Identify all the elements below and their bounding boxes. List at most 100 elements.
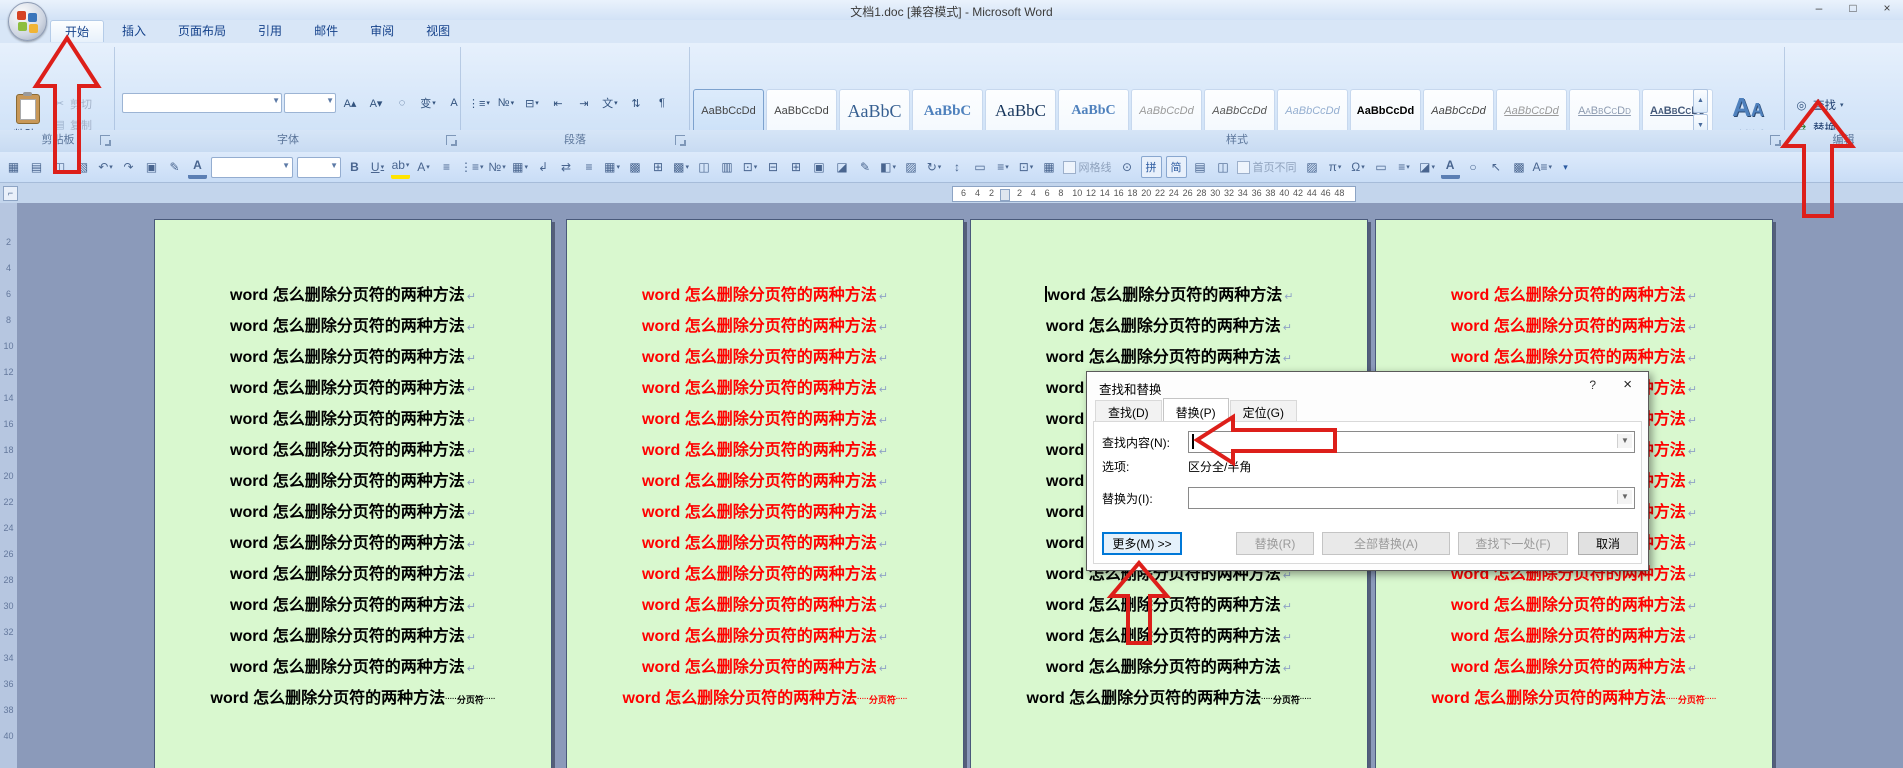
edit-cell-icon[interactable]: ✎ [856,157,875,177]
character-border-icon[interactable]: A [442,92,466,114]
alignment-icon[interactable]: ≡ [580,157,599,177]
style-color-icon[interactable]: A [188,155,207,179]
more-button[interactable]: 更多(M) >> [1102,532,1182,555]
increase-indent-icon[interactable]: ⇥ [572,92,596,114]
gallery-scroll-up[interactable]: ▲ [1693,89,1708,113]
tab-审阅[interactable]: 审阅 [356,20,408,42]
tab-引用[interactable]: 引用 [244,20,296,42]
combo-dropdown-icon[interactable]: ▼ [1617,490,1632,504]
maximize-button[interactable]: □ [1843,1,1863,15]
grid-icon[interactable]: ▦ [1040,157,1059,177]
font-size-combo[interactable]: ▼ [297,156,341,178]
line-numbers-icon[interactable]: ≡ ▾ [1395,157,1414,177]
select-objects-icon[interactable]: ↖ [1487,157,1506,177]
toolbar-options-chevron[interactable]: ▾ [1556,157,1575,177]
print-icon[interactable]: ▤ [27,157,46,177]
page-setup-icon[interactable]: ▤ [1191,157,1210,177]
fill-color-icon[interactable]: ◧ ▾ [879,157,898,177]
table-grid-icon[interactable]: ▦ ▾ [511,157,530,177]
font-name-combo[interactable]: ▼ [211,156,293,178]
symbol-icon[interactable]: Ω ▾ [1349,157,1368,177]
find-next-button[interactable]: 查找下一处(F) [1458,532,1568,555]
two-pages-icon[interactable]: ◫ [1214,157,1233,177]
cut-button[interactable]: ✂ 剪切 [52,93,103,114]
indent-marker[interactable] [1000,189,1010,201]
pinyin-icon[interactable]: 拼 [1140,156,1162,178]
equation-icon[interactable]: π ▾ [1326,157,1345,177]
close-button[interactable]: × [1877,1,1897,15]
tab-页面布局[interactable]: 页面布局 [164,20,240,42]
format-painter-icon[interactable]: ✎ [165,157,184,177]
replace-button-dialog[interactable]: 替换(R) [1236,532,1314,555]
bookmark-icon[interactable]: ▭ [1372,157,1391,177]
redo-icon[interactable]: ↷ [119,157,138,177]
watermark-icon[interactable]: ▨ [1303,157,1322,177]
document-page-2[interactable]: word 怎么删除分页符的两种方法 ↵ word 怎么删除分页符的两种方法 ↵ word… [566,219,964,768]
thumbnails-icon[interactable]: ▩ [1510,157,1529,177]
multilevel-list-icon[interactable]: ⊟ ▾ [520,92,544,114]
undo-icon[interactable]: ↶ ▾ [96,157,115,177]
paste-icon[interactable]: ▣ [142,157,161,177]
text-wrapping-icon[interactable]: ↲ [534,157,553,177]
bold-style-icon[interactable]: A [1440,155,1460,179]
styles-dialog-launcher[interactable] [1770,135,1781,146]
decrease-indent-icon[interactable]: ⇤ [546,92,570,114]
paragraph-dialog-launcher[interactable] [675,135,686,146]
clear-formatting-icon[interactable]: ◌ [390,92,414,114]
draw-table-icon[interactable]: ⊞ [649,157,668,177]
table-style-icon[interactable]: ◪ [833,157,852,177]
font-name-combo[interactable]: ▼ [122,93,282,113]
simplified-convert-icon[interactable]: 简 [1165,156,1187,178]
insert-picture-icon[interactable]: ▨ [902,157,921,177]
tab-邮件[interactable]: 邮件 [300,20,352,42]
highlight-small-icon[interactable]: ab ▾ [391,155,410,179]
tab-stop-selector[interactable]: ⌐ [3,186,18,201]
distribute-columns-icon[interactable]: ⊞ [787,157,806,177]
minimize-button[interactable]: – [1809,1,1829,15]
oval-icon[interactable]: ○ [1464,157,1483,177]
find-what-input[interactable]: ▼ [1188,431,1635,453]
save-icon[interactable]: ▦ [4,157,23,177]
dialog-help-icon[interactable]: ? [1589,378,1596,392]
gridlines-checkbox[interactable]: 网格线 [1062,159,1112,175]
find-button[interactable]: ◎ 查找 ▾ [1794,93,1843,116]
clipboard-dialog-launcher[interactable] [100,135,111,146]
group-objects-icon[interactable]: ⊡ ▾ [1017,157,1036,177]
indent-list-icon[interactable]: ≡ ▾ [994,157,1013,177]
eraser-icon[interactable]: ▩ ▾ [672,157,691,177]
office-button[interactable] [8,2,47,41]
bullets-icon[interactable]: ⋮≡ ▾ [466,92,492,114]
merge-cells-icon[interactable]: ◫ [695,157,714,177]
grow-font-icon[interactable]: A▴ [338,92,362,114]
vertical-ruler[interactable]: 2 4 6 8 10 12 14 16 18 20 22 24 26 28 30 32 34 36 38 40 [0,203,17,768]
text-align-icon[interactable]: A≡ ▾ [1533,157,1553,177]
replace-with-input[interactable]: ▼ [1188,487,1635,509]
replace-all-button[interactable]: 全部替换(A) [1322,532,1450,555]
tab-视图[interactable]: 视图 [412,20,464,42]
horizontal-ruler[interactable]: 6 4 2 2 4 6 8 10 12 14 16 18 20 22 24 26 28 30 32 34 36 38 40 4… [952,186,1356,202]
numbering-small-icon[interactable]: № ▾ [488,157,507,177]
table-shading-icon[interactable]: ▩ [626,157,645,177]
tab-插入[interactable]: 插入 [108,20,160,42]
underline-small-icon[interactable]: U ▾ [368,157,387,177]
font-dialog-launcher[interactable] [446,135,457,146]
different-first-page-checkbox[interactable]: 首页不同 [1236,159,1297,175]
asian-layout-icon[interactable]: 文 ▾ [598,92,622,114]
sort-icon[interactable]: ⇅ [624,92,648,114]
bullets-small-icon[interactable]: ⋮≡ ▾ [460,157,484,177]
document-page-1[interactable]: word 怎么删除分页符的两种方法 ↵ word 怎么删除分页符的两种方法 ↵ word… [154,219,552,768]
distribute-rows-icon[interactable]: ⊟ [764,157,783,177]
autofit-icon[interactable]: ⊡ ▾ [741,157,760,177]
replace-small-icon[interactable]: ⇄ [557,157,576,177]
numbering-icon[interactable]: № ▾ [494,92,518,114]
bold-small-icon[interactable]: B [345,157,364,177]
print-preview-icon[interactable]: ◫ [50,157,69,177]
zoom-100-icon[interactable]: ⊙ [1118,157,1137,177]
tab-开始[interactable]: 开始 [50,20,105,42]
paragraph-spacing-icon[interactable]: ≡ [437,157,456,177]
text-box-icon[interactable]: ▭ [971,157,990,177]
fill-effects-icon[interactable]: ◪ ▾ [1418,157,1437,177]
show-formatting-marks-icon[interactable]: ¶ [650,92,674,114]
shrink-font-icon[interactable]: A▾ [364,92,388,114]
font-size-combo[interactable]: ▼ [284,93,336,113]
